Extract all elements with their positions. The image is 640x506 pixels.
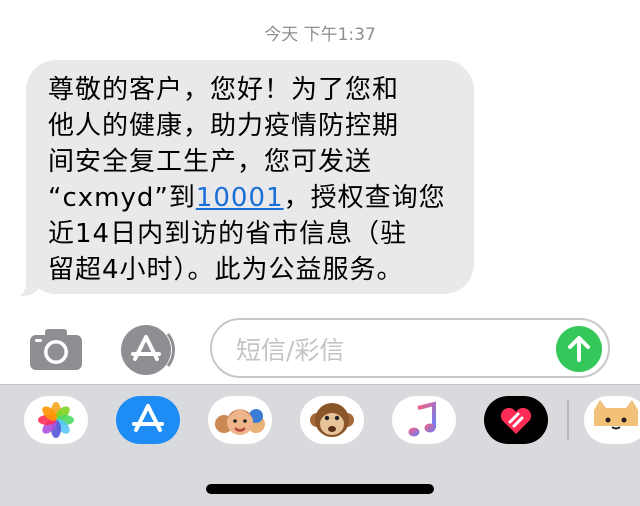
app-store-icon — [132, 404, 164, 432]
composer-row — [0, 318, 640, 380]
message-line-3: 间安全复工生产，您可发送 — [48, 144, 468, 180]
drawer-separator — [567, 400, 569, 440]
memoji-icon — [215, 409, 265, 435]
sticker-app-button[interactable] — [584, 396, 640, 444]
app-store-app-button[interactable] — [116, 396, 180, 444]
message-line-text: 间安全复工生产，您可发送 — [48, 147, 373, 177]
animoji-app-button[interactable] — [300, 396, 364, 444]
arrow-up-icon — [568, 336, 590, 362]
drawer-divider-line — [0, 384, 640, 385]
message-line-5: 近14日内到访的省市信息（驻 — [48, 216, 468, 252]
photos-icon — [38, 402, 74, 438]
message-line-text: 留超4小时）。此为公益服务。 — [48, 255, 404, 285]
memoji-app-button[interactable] — [208, 396, 272, 444]
music-app-button[interactable] — [392, 396, 456, 444]
send-button[interactable] — [556, 326, 602, 372]
message-timestamp: 今天 下午1:37 — [264, 25, 376, 45]
cat-sticker-icon — [594, 400, 638, 436]
message-input[interactable] — [234, 330, 558, 370]
photos-app-button[interactable] — [24, 396, 88, 444]
message-line-text: ，授权查询您 — [283, 183, 446, 213]
digital-touch-app-button[interactable] — [484, 396, 548, 444]
message-line-4: “cxmyd”到10001，授权查询您 — [48, 180, 468, 216]
message-line-text: 尊敬的客户，您好！为了您和 — [48, 75, 400, 105]
camera-icon — [30, 329, 82, 370]
message-line-1: 尊敬的客户，您好！为了您和 — [48, 72, 468, 108]
message-line-text: “cxmyd”到 — [48, 183, 196, 213]
message-line-text: 近14日内到访的省市信息（驻 — [48, 219, 408, 249]
home-indicator[interactable] — [206, 484, 434, 494]
message-line-2: 他人的健康，助力疫情防控期 — [48, 108, 468, 144]
music-icon — [408, 401, 436, 437]
message-text: 尊敬的客户，您好！为了您和 他人的健康，助力疫情防控期 间安全复工生产，您可发送… — [48, 72, 468, 288]
message-line-6: 留超4小时）。此为公益服务。 — [48, 252, 468, 288]
camera-button[interactable] — [28, 326, 84, 372]
message-input-field[interactable] — [210, 318, 610, 378]
phone-number-link[interactable]: 10001 — [196, 183, 284, 213]
digital-touch-icon — [500, 407, 532, 434]
message-line-text: 他人的健康，助力疫情防控期 — [48, 111, 400, 141]
app-store-a-icon — [131, 335, 161, 361]
monkey-animoji-icon — [310, 403, 354, 437]
app-store-button[interactable] — [121, 325, 171, 375]
